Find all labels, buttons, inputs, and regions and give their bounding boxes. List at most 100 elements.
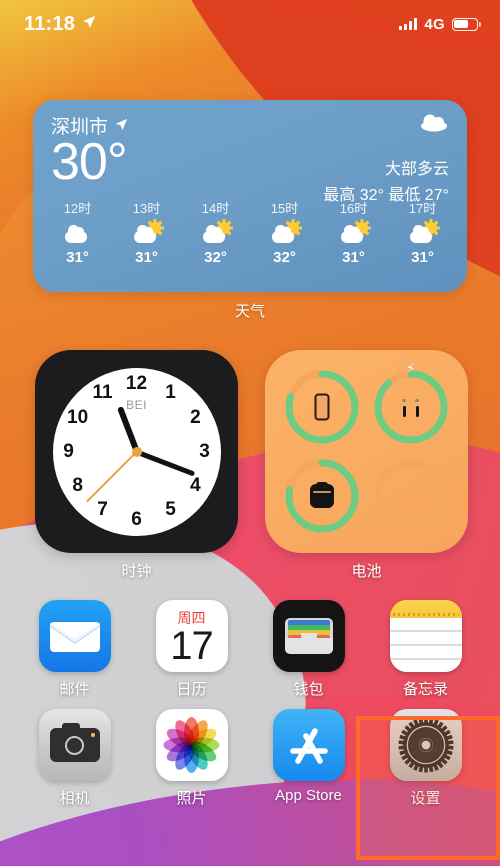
settings-icon[interactable] [389, 709, 462, 781]
app-label: 邮件 [59, 681, 90, 698]
weather-summary: 大部多云 最高 32° 最低 27° [323, 112, 449, 205]
clock-numeral-11: 11 [92, 381, 113, 403]
clock-numeral-7: 7 [97, 499, 108, 521]
clock-numeral-10: 10 [67, 406, 89, 428]
app-label: 相机 [59, 790, 90, 807]
battery-icon [452, 17, 481, 31]
clock-hour-hand [116, 405, 140, 453]
mail-icon [38, 600, 111, 672]
clock-face: BEI 12 1 2 3 4 5 6 7 8 9 10 11 [52, 367, 221, 536]
battery-ring-iphone-icon [283, 368, 361, 446]
clock-widget[interactable]: BEI 12 1 2 3 4 5 6 7 8 9 10 11 [35, 350, 238, 553]
status-bar: 11:18 4G [0, 0, 500, 48]
network-type-label: 4G [424, 15, 445, 33]
weather-hour-2: 14时 32° [185, 198, 247, 266]
app-notes[interactable]: 备忘录 [378, 600, 474, 699]
airpods-icon [400, 396, 422, 418]
sun-cloud-icon [201, 219, 233, 244]
location-arrow-icon [82, 15, 96, 34]
weather-hour-temp: 32° [204, 249, 227, 266]
battery-ring-airpods-icon: ⚡ [372, 361, 450, 446]
weather-hour-0: 12时 31° [47, 198, 109, 266]
weather-hour-5: 17时 31° [392, 198, 454, 266]
weather-hour-temp: 31° [411, 249, 434, 266]
battery-ring-cell-0 [279, 364, 366, 451]
weather-hour-temp: 31° [135, 249, 158, 266]
clock-minute-hand [135, 449, 196, 477]
clock-widget-label: 时钟 [121, 563, 152, 580]
weather-hourly-forecast: 12时 31° 13时 31° 14时 32° 15时 32° 16时 31° 17时 31° [33, 198, 467, 266]
status-bar-left: 11:18 [24, 13, 96, 36]
calendar-day-of-week: 周四 [177, 609, 206, 626]
weather-widget-label: 天气 [234, 303, 265, 320]
clock-numeral-2: 2 [190, 406, 201, 428]
app-store-icon [272, 709, 345, 781]
app-settings[interactable]: 设置 [378, 709, 474, 808]
status-bar-clock: 11:18 [24, 12, 76, 35]
wallet-icon [272, 600, 345, 672]
app-mail[interactable]: 邮件 [27, 600, 123, 699]
weather-hour-1: 13时 31° [116, 198, 178, 266]
battery-ring-airpods-case-icon [283, 457, 361, 535]
status-bar-right: 4G [399, 15, 481, 33]
clock-second-hand [86, 450, 138, 502]
weather-hour-time: 15时 [270, 201, 299, 216]
cloud-icon [63, 222, 93, 244]
app-camera[interactable]: 相机 [27, 709, 123, 808]
app-label: 日历 [176, 681, 207, 698]
clock-numeral-12: 12 [125, 372, 148, 394]
sun-cloud-icon [408, 219, 440, 244]
clock-numeral-8: 8 [72, 474, 83, 496]
app-label: 照片 [176, 790, 207, 807]
airpods-case-icon [310, 481, 335, 508]
app-label: App Store [275, 787, 342, 804]
app-wallet[interactable]: 钱包 [261, 600, 357, 699]
sun-cloud-icon [270, 219, 302, 244]
clock-numeral-4: 4 [190, 474, 201, 496]
battery-ring-cell-1: ⚡ [368, 361, 455, 451]
weather-hour-4: 16时 31° [323, 198, 385, 266]
weather-hour-temp: 31° [342, 249, 365, 266]
battery-widget-label: 电池 [351, 563, 382, 580]
app-app-store[interactable]: App Store [261, 709, 357, 808]
sun-cloud-icon [132, 219, 164, 244]
location-arrow-icon [115, 118, 128, 134]
app-photos[interactable]: 照片 [144, 709, 240, 808]
clock-numeral-5: 5 [165, 499, 176, 521]
camera-icon [38, 709, 111, 781]
weather-hour-time: 13时 [132, 201, 161, 216]
cellular-signal-icon [399, 18, 418, 30]
weather-current: 深圳市 30° 大部多云 最高 32° 最低 27° [33, 100, 467, 204]
clock-numeral-6: 6 [131, 508, 142, 530]
calendar-day-number: 17 [170, 623, 213, 668]
app-row-1: 邮件 周四 17 日历 钱包 备忘录 [0, 600, 500, 699]
charging-bolt-icon: ⚡ [405, 360, 416, 377]
app-label: 设置 [410, 790, 441, 807]
weather-hour-temp: 32° [273, 249, 296, 266]
cloud-icon [323, 112, 449, 137]
weather-condition: 大部多云 [384, 161, 449, 178]
photos-icon [155, 709, 228, 781]
notes-icon [389, 600, 462, 672]
weather-hour-time: 12时 [63, 201, 92, 216]
sun-cloud-icon [339, 219, 371, 244]
clock-numeral-9: 9 [63, 440, 74, 462]
calendar-icon[interactable]: 周四 17 [155, 600, 228, 672]
weather-hour-3: 15时 32° [254, 198, 316, 266]
clock-numeral-1: 1 [165, 381, 176, 403]
app-label: 备忘录 [402, 681, 448, 698]
iphone-icon [314, 393, 330, 421]
clock-numeral-3: 3 [199, 440, 210, 462]
clock-center-pin [131, 446, 142, 457]
weather-high-low: 最高 32° 最低 27° [323, 187, 449, 204]
app-grid: 邮件 周四 17 日历 钱包 备忘录 相机 照片 App Store 设置 [0, 600, 500, 818]
app-label: 钱包 [293, 681, 324, 698]
battery-ring-empty-slot-icon [372, 457, 450, 535]
app-calendar[interactable]: 周四 17 日历 [144, 600, 240, 699]
battery-widget[interactable]: ⚡ [265, 350, 468, 553]
weather-hour-time: 14时 [201, 201, 230, 216]
battery-ring-cell-3 [368, 453, 455, 540]
app-row-2: 相机 照片 App Store 设置 [0, 709, 500, 808]
battery-ring-cell-2 [279, 453, 366, 540]
weather-widget[interactable]: 深圳市 30° 大部多云 最高 32° 最低 27° 12时 31° 13时 31° 1… [33, 100, 467, 292]
